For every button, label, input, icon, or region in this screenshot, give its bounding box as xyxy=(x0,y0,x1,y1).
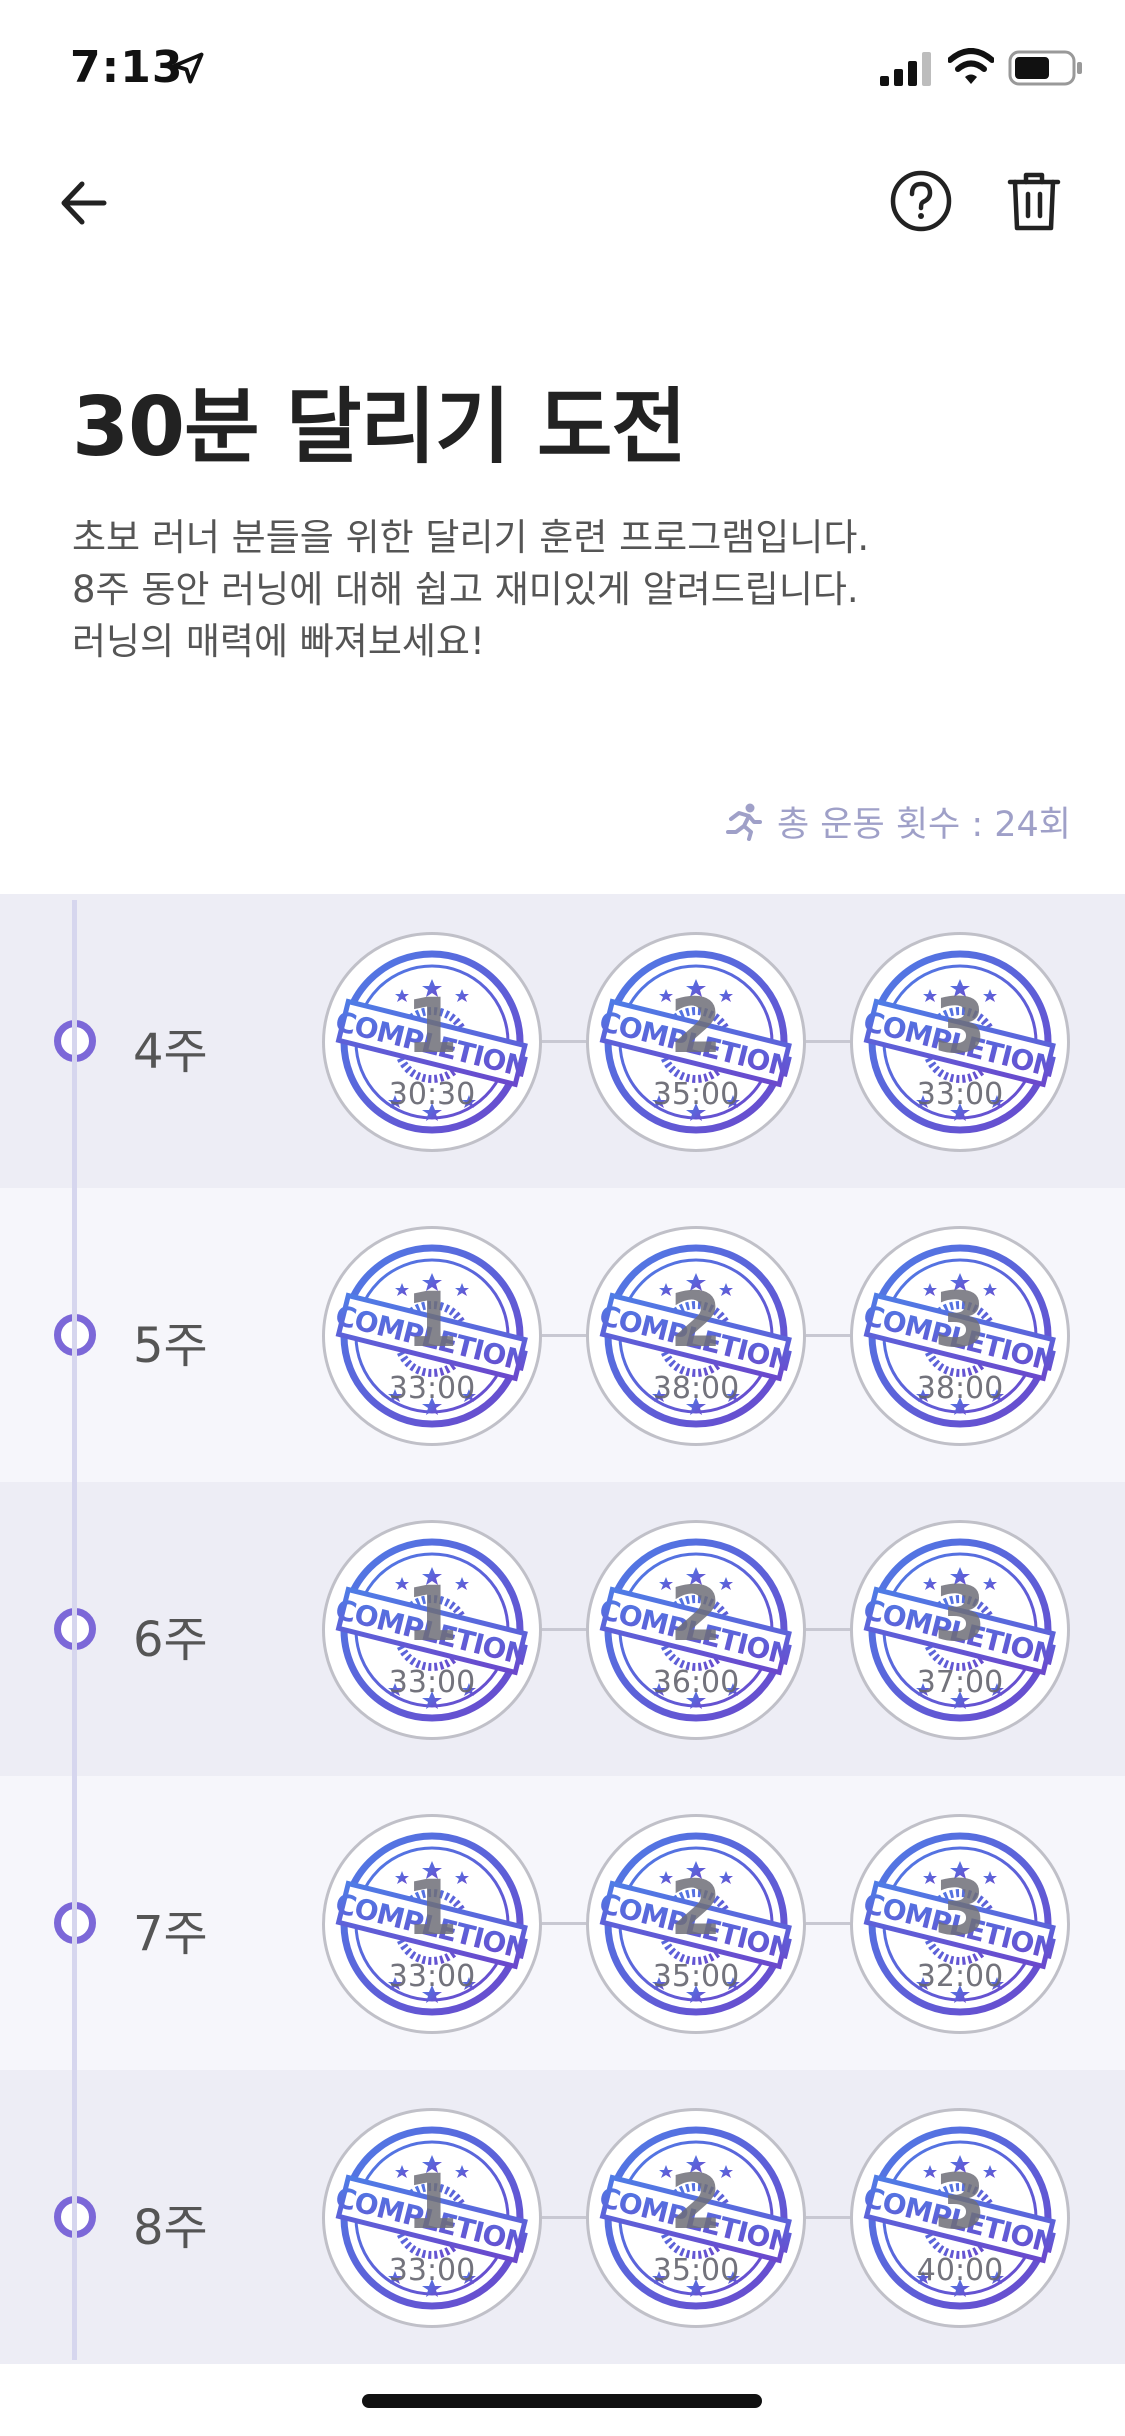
session-time: 38:00 xyxy=(916,1371,1004,1406)
week-row: 8주 COMPLETION 1 33:00 COMPLETION 2 35:00… xyxy=(0,2070,1125,2364)
session-stamp[interactable]: COMPLETION 3 40:00 xyxy=(850,2108,1070,2328)
battery-icon xyxy=(1008,50,1082,86)
total-workout-count: 총 운동 횟수 : 24회 xyxy=(723,796,1071,846)
session-number: 3 xyxy=(933,1863,987,1952)
help-button[interactable] xyxy=(888,168,954,234)
delete-button[interactable] xyxy=(1002,168,1066,234)
session-stamp[interactable]: COMPLETION 2 36:00 xyxy=(586,1520,806,1740)
stamp-connector xyxy=(806,1922,850,1925)
session-time: 40:00 xyxy=(916,2253,1004,2288)
session-number: 3 xyxy=(933,1569,987,1658)
stamp-connector xyxy=(542,1040,586,1043)
session-time: 35:00 xyxy=(652,1077,740,1112)
session-stamp[interactable]: COMPLETION 3 38:00 xyxy=(850,1226,1070,1446)
session-time: 33:00 xyxy=(916,1077,1004,1112)
session-stamp[interactable]: COMPLETION 2 38:00 xyxy=(586,1226,806,1446)
session-number: 1 xyxy=(405,1275,459,1364)
stamp-connector xyxy=(806,1040,850,1043)
week-row: 7주 COMPLETION 1 33:00 COMPLETION 2 35:00… xyxy=(0,1776,1125,2070)
session-stamp[interactable]: COMPLETION 1 33:00 xyxy=(322,1814,542,2034)
arrow-left-icon xyxy=(61,181,107,225)
session-stamp[interactable]: COMPLETION 1 30:30 xyxy=(322,932,542,1152)
session-time: 37:00 xyxy=(916,1665,1004,1700)
location-arrow-icon xyxy=(172,52,204,84)
session-time: 30:30 xyxy=(388,1077,476,1112)
week-row: 5주 COMPLETION 1 33:00 COMPLETION 2 38:00… xyxy=(0,1188,1125,1482)
stamp-connector xyxy=(542,1334,586,1337)
session-number: 2 xyxy=(669,1275,723,1364)
session-stamp[interactable]: COMPLETION 1 33:00 xyxy=(322,1520,542,1740)
status-bar: 7:13 xyxy=(0,0,1125,140)
stamp-connector xyxy=(806,2216,850,2219)
session-stamp[interactable]: COMPLETION 1 33:00 xyxy=(322,2108,542,2328)
session-stamp[interactable]: COMPLETION 3 37:00 xyxy=(850,1520,1070,1740)
session-number: 1 xyxy=(405,2157,459,2246)
stamp-connector xyxy=(542,1628,586,1631)
week-label: 7주 xyxy=(133,1906,208,1962)
session-time: 35:00 xyxy=(652,2253,740,2288)
session-number: 1 xyxy=(405,981,459,1070)
session-stamp[interactable]: COMPLETION 2 35:00 xyxy=(586,2108,806,2328)
running-person-icon xyxy=(725,803,762,841)
session-number: 3 xyxy=(933,981,987,1070)
session-number: 3 xyxy=(933,2157,987,2246)
session-time: 33:00 xyxy=(388,1371,476,1406)
cellular-signal-icon xyxy=(880,52,931,86)
session-stamp[interactable]: COMPLETION 2 35:00 xyxy=(586,1814,806,2034)
description-line: 초보 러너 분들을 위한 달리기 훈련 프로그램입니다. xyxy=(72,516,870,559)
session-stamp[interactable]: COMPLETION 3 33:00 xyxy=(850,932,1070,1152)
session-number: 2 xyxy=(669,1569,723,1658)
week-row: 6주 COMPLETION 1 33:00 COMPLETION 2 36:00… xyxy=(0,1482,1125,1776)
home-indicator xyxy=(362,2394,762,2408)
page-title: 30분 달리기 도전 xyxy=(72,380,687,475)
wifi-icon xyxy=(948,48,994,84)
session-number: 2 xyxy=(669,2157,723,2246)
session-number: 1 xyxy=(405,1569,459,1658)
session-number: 2 xyxy=(669,1863,723,1952)
description-line: 8주 동안 러닝에 대해 쉽고 재미있게 알려드립니다. xyxy=(72,568,859,611)
week-label: 6주 xyxy=(133,1612,208,1668)
session-stamp[interactable]: COMPLETION 3 32:00 xyxy=(850,1814,1070,2034)
stamp-connector xyxy=(806,1334,850,1337)
week-row: 4주 COMPLETION 1 30:30 COMPLETION 2 35:00… xyxy=(0,894,1125,1188)
week-list: 4주 COMPLETION 1 30:30 COMPLETION 2 35:00… xyxy=(0,894,1125,2364)
program-description: 초보 러너 분들을 위한 달리기 훈련 프로그램입니다. 8주 동안 러닝에 대… xyxy=(72,512,1072,668)
status-time: 7:13 xyxy=(70,42,184,93)
session-time: 32:00 xyxy=(916,1959,1004,1994)
session-time: 33:00 xyxy=(388,1959,476,1994)
description-line: 러닝의 매력에 빠져보세요! xyxy=(72,620,485,663)
session-number: 3 xyxy=(933,1275,987,1364)
stamp-connector xyxy=(542,2216,586,2219)
total-count-label: 총 운동 횟수 : 24회 xyxy=(776,804,1071,845)
week-label: 8주 xyxy=(133,2200,208,2256)
back-button[interactable] xyxy=(52,170,118,236)
question-circle-icon xyxy=(890,170,952,232)
session-time: 35:00 xyxy=(652,1959,740,1994)
session-time: 36:00 xyxy=(652,1665,740,1700)
week-label: 5주 xyxy=(133,1318,208,1374)
session-time: 33:00 xyxy=(388,2253,476,2288)
timeline-line xyxy=(72,900,77,2360)
session-number: 1 xyxy=(405,1863,459,1952)
session-time: 33:00 xyxy=(388,1665,476,1700)
session-stamp[interactable]: COMPLETION 2 35:00 xyxy=(586,932,806,1152)
top-nav xyxy=(0,150,1125,250)
stamp-connector xyxy=(542,1922,586,1925)
stamp-connector xyxy=(806,1628,850,1631)
week-label: 4주 xyxy=(133,1024,208,1080)
trash-icon xyxy=(1007,172,1061,231)
session-time: 38:00 xyxy=(652,1371,740,1406)
session-stamp[interactable]: COMPLETION 1 33:00 xyxy=(322,1226,542,1446)
session-number: 2 xyxy=(669,981,723,1070)
